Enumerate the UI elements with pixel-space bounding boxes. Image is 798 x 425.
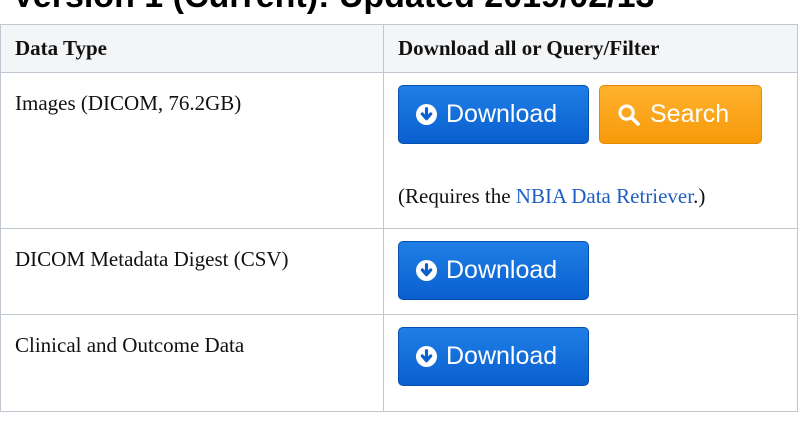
data-type-label: Clinical and Outcome Data bbox=[15, 333, 245, 357]
circle-arrow-down-icon bbox=[416, 104, 437, 125]
clinical-download-label: Download bbox=[446, 342, 558, 370]
table-row: Images (DICOM, 76.2GB) Download Search (… bbox=[0, 72, 798, 229]
requirement-note: (Requires the NBIA Data Retriever.) bbox=[398, 183, 783, 209]
section-heading: Version 1 (Current): Updated 2019/02/13 bbox=[12, 0, 654, 16]
column-header-action: Download all or Query/Filter bbox=[383, 24, 798, 73]
action-cell: Download bbox=[383, 228, 798, 315]
data-type-label: Images (DICOM, 76.2GB) bbox=[15, 91, 242, 115]
action-cell: Download Search (Requires the NBIA Data … bbox=[383, 72, 798, 229]
action-cell: Download bbox=[383, 314, 798, 412]
circle-arrow-down-icon bbox=[416, 346, 437, 367]
metadata-download-label: Download bbox=[446, 256, 558, 284]
data-type-cell: Clinical and Outcome Data bbox=[0, 314, 384, 412]
circle-arrow-down-icon bbox=[416, 260, 437, 281]
images-search-label: Search bbox=[650, 100, 730, 128]
data-type-cell: Images (DICOM, 76.2GB) bbox=[0, 72, 384, 229]
table-row: Clinical and Outcome Data Download bbox=[0, 314, 798, 412]
table-row: DICOM Metadata Digest (CSV) Download bbox=[0, 228, 798, 315]
data-download-table: Data Type Download all or Query/Filter I… bbox=[0, 24, 798, 412]
magnifier-icon bbox=[618, 103, 640, 126]
note-suffix: .) bbox=[693, 184, 706, 208]
images-download-label: Download bbox=[446, 100, 558, 128]
data-type-cell: DICOM Metadata Digest (CSV) bbox=[0, 228, 384, 315]
note-prefix: (Requires the bbox=[398, 184, 516, 208]
column-header-data-type: Data Type bbox=[0, 24, 384, 73]
data-type-label: DICOM Metadata Digest (CSV) bbox=[15, 247, 289, 271]
clinical-download-button[interactable]: Download bbox=[398, 327, 589, 386]
nbia-data-retriever-link[interactable]: NBIA Data Retriever bbox=[516, 184, 693, 208]
images-download-button[interactable]: Download bbox=[398, 85, 589, 144]
metadata-download-button[interactable]: Download bbox=[398, 241, 589, 300]
table-header-row: Data Type Download all or Query/Filter bbox=[0, 24, 798, 73]
images-search-button[interactable]: Search bbox=[599, 85, 762, 144]
